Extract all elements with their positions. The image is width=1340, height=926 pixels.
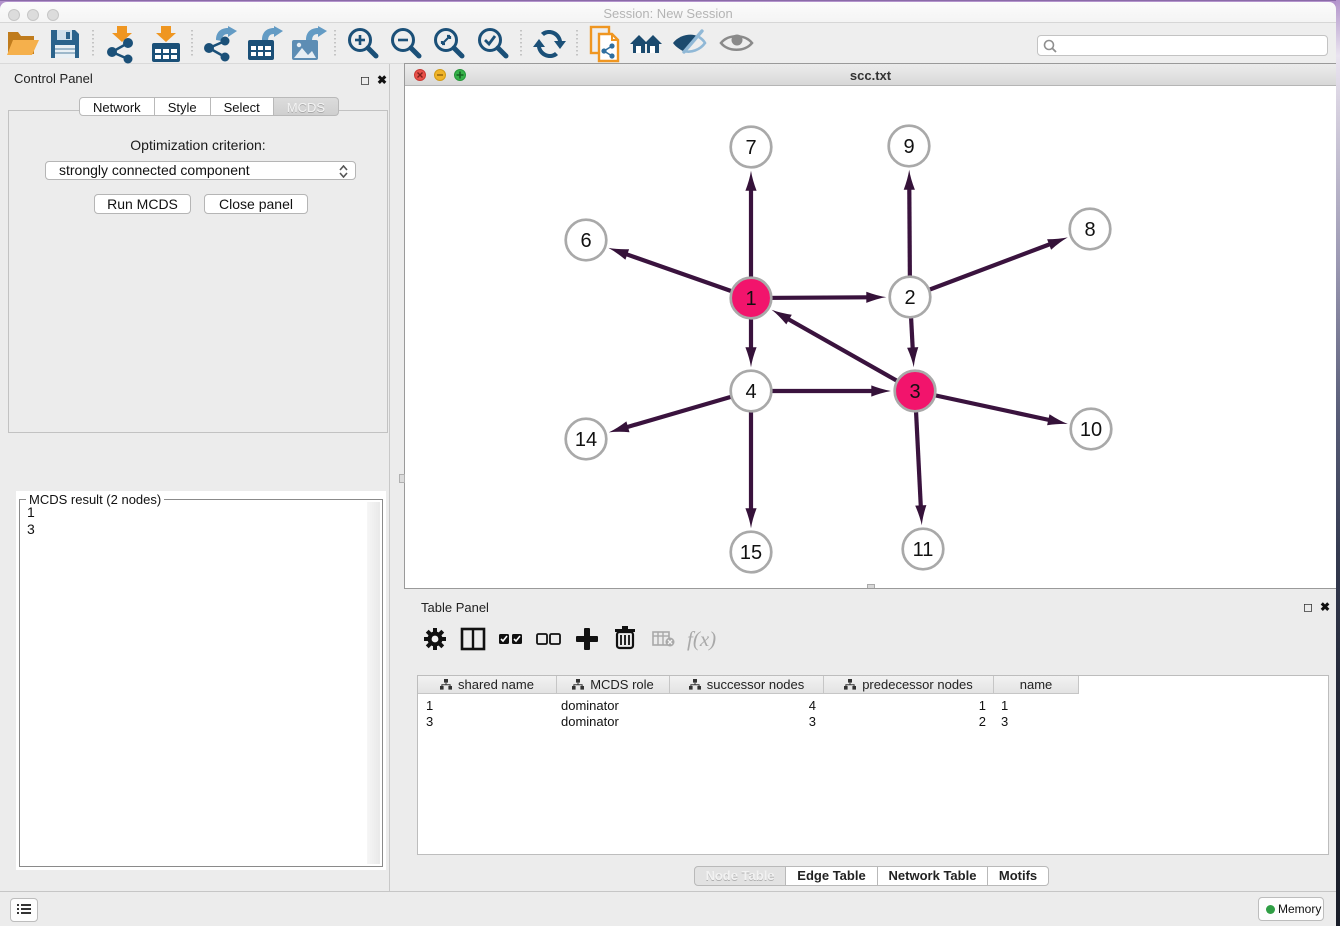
svg-text:1: 1 — [745, 288, 756, 310]
svg-text:3: 3 — [909, 381, 920, 403]
svg-text:8: 8 — [1084, 219, 1095, 241]
svg-text:14: 14 — [575, 429, 597, 451]
svg-text:6: 6 — [580, 230, 591, 252]
svg-text:10: 10 — [1080, 419, 1102, 441]
svg-text:11: 11 — [913, 539, 934, 561]
svg-text:15: 15 — [740, 542, 762, 564]
svg-text:4: 4 — [745, 381, 756, 403]
svg-text:7: 7 — [745, 137, 756, 159]
svg-text:9: 9 — [903, 136, 914, 158]
svg-text:f(x): f(x) — [687, 627, 716, 651]
svg-text:2: 2 — [904, 287, 915, 309]
